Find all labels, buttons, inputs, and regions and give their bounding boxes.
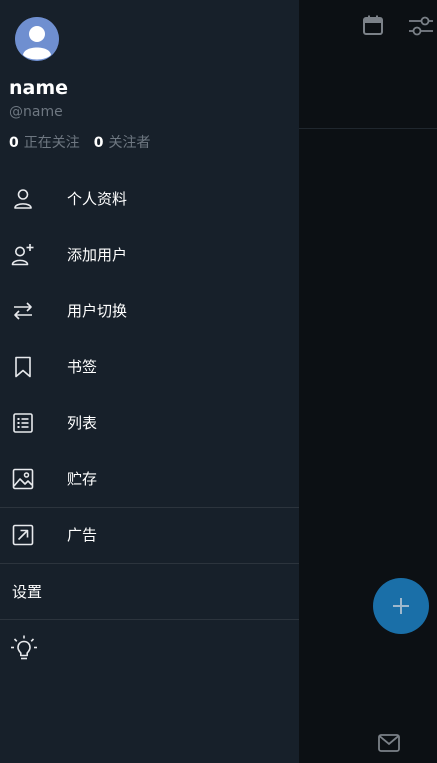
following-count: 0 (9, 135, 19, 151)
menu-item-label: 贮存 (67, 470, 98, 488)
mail-icon[interactable] (377, 733, 401, 753)
compose-button[interactable] (373, 578, 429, 634)
profile-display-name[interactable]: name (9, 76, 68, 100)
following-label: 正在关注 (23, 135, 80, 151)
menu-item-profile[interactable]: 个人资料 (0, 171, 299, 227)
list-icon (11, 411, 35, 435)
app-screen: name @name 0 正在关注 0 关注者 个人资料 添加用户 用户切换 书… (0, 0, 437, 763)
menu-item-ads[interactable]: 广告 (0, 507, 299, 563)
swap-icon (11, 299, 35, 323)
menu-item-label: 广告 (67, 526, 98, 544)
menu-item-label: 用户切换 (67, 302, 128, 320)
menu-item-lists[interactable]: 列表 (0, 395, 299, 451)
menu-item-label: 列表 (67, 414, 98, 432)
followers-stat[interactable]: 0 关注者 (94, 134, 151, 152)
profile-handle: @name (9, 104, 63, 120)
menu-item-bookmarks[interactable]: 书签 (0, 339, 299, 395)
settings-link[interactable]: 设置 (12, 582, 42, 602)
navigation-drawer: name @name 0 正在关注 0 关注者 个人资料 添加用户 用户切换 书… (0, 0, 299, 763)
tune-icon[interactable] (408, 14, 434, 38)
avatar[interactable] (15, 17, 59, 61)
followers-label: 关注者 (108, 135, 151, 151)
lightbulb-icon[interactable] (10, 634, 38, 662)
calendar-icon[interactable] (362, 14, 384, 36)
menu-item-label: 添加用户 (67, 246, 128, 264)
followers-count: 0 (93, 135, 104, 151)
menu-item-label: 书签 (67, 358, 98, 376)
menu-item-storage[interactable]: 贮存 (0, 451, 299, 507)
compose-plus-icon (393, 598, 409, 614)
menu-item-switch-user[interactable]: 用户切换 (0, 283, 299, 339)
image-icon (11, 467, 35, 491)
menu-divider (0, 619, 299, 620)
external-link-icon (11, 523, 35, 547)
menu-divider (0, 563, 299, 564)
following-stat[interactable]: 0 正在关注 (9, 134, 80, 152)
menu-item-add-user[interactable]: 添加用户 (0, 227, 299, 283)
person-icon (11, 187, 35, 211)
menu-item-label: 个人资料 (67, 190, 128, 208)
add-user-icon (11, 243, 35, 267)
follow-stats: 0 正在关注 0 关注者 (9, 134, 151, 152)
bookmark-icon (11, 355, 35, 379)
